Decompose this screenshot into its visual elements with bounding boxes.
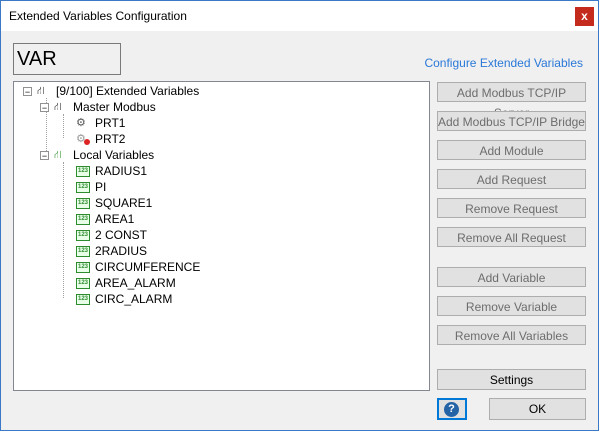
- add-variable-button[interactable]: Add Variable: [437, 267, 586, 287]
- tree-master-label: Master Modbus: [73, 100, 156, 114]
- name-field-value: VAR: [17, 48, 57, 70]
- variable-label: CIRC_ALARM: [95, 292, 173, 306]
- variable-label: PI: [95, 180, 107, 194]
- variable-label: CIRCUMFERENCE: [95, 260, 201, 274]
- variable-icon: 123: [76, 181, 90, 193]
- close-button[interactable]: x: [575, 7, 594, 26]
- network-icon: ⛙: [37, 85, 45, 97]
- variable-icon: 123: [76, 197, 90, 209]
- help-icon: ?: [444, 402, 459, 417]
- remove-variable-button[interactable]: Remove Variable: [437, 296, 586, 316]
- tree-local-variables[interactable]: − ⛙ Local Variables: [40, 147, 154, 163]
- add-modbus-tcp-bridge-button[interactable]: Add Modbus TCP/IP Bridge: [437, 111, 586, 131]
- window-title: Extended Variables Configuration: [9, 9, 187, 23]
- name-field[interactable]: VAR: [13, 43, 121, 75]
- variable-icon: 123: [76, 213, 90, 225]
- tree-variable-item[interactable]: 123 2RADIUS: [76, 243, 147, 259]
- variable-icon: 123: [76, 277, 90, 289]
- tree-variable-item[interactable]: 123 AREA1: [76, 211, 134, 227]
- tree-variable-item[interactable]: 123 AREA_ALARM: [76, 275, 176, 291]
- remove-all-variables-button[interactable]: Remove All Variables: [437, 325, 586, 345]
- variable-label: AREA1: [95, 212, 135, 226]
- tree-variable-item[interactable]: 123 CIRC_ALARM: [76, 291, 172, 307]
- variable-label: SQUARE1: [95, 196, 153, 210]
- settings-button[interactable]: Settings: [437, 369, 586, 390]
- add-module-button[interactable]: Add Module: [437, 140, 586, 160]
- variable-label: RADIUS1: [95, 164, 148, 178]
- tree-local-label: Local Variables: [73, 148, 155, 162]
- modbus-master-icon: ⛙: [54, 101, 62, 113]
- help-button[interactable]: ?: [437, 398, 467, 420]
- tree-variable-item[interactable]: 123 SQUARE1: [76, 195, 152, 211]
- tree-variable-item[interactable]: 123 CIRCUMFERENCE: [76, 259, 200, 275]
- variable-icon: 123: [76, 293, 90, 305]
- tree-root[interactable]: − ⛙ [9/100] Extended Variables: [23, 83, 199, 99]
- tree-port-item[interactable]: ⚙ PRT2: [76, 131, 125, 147]
- remove-request-button[interactable]: Remove Request: [437, 198, 586, 218]
- tree-master-modbus[interactable]: − ⛙ Master Modbus: [40, 99, 156, 115]
- configure-extended-variables-link[interactable]: Configure Extended Variables: [424, 56, 583, 70]
- collapse-icon[interactable]: −: [23, 86, 32, 96]
- tree-connector: [63, 162, 64, 298]
- variable-icon: 123: [76, 229, 90, 241]
- add-modbus-tcp-server-button[interactable]: Add Modbus TCP/IP Server: [437, 82, 586, 120]
- tree-variable-item[interactable]: 123 PI: [76, 179, 106, 195]
- variable-icon: 123: [76, 245, 90, 257]
- remove-all-request-button[interactable]: Remove All Request: [437, 227, 586, 247]
- variable-label: 2RADIUS: [95, 244, 148, 258]
- title-bar: Extended Variables Configuration x: [1, 1, 598, 31]
- port-label: PRT1: [95, 116, 126, 130]
- port-icon: ⚙: [76, 117, 86, 129]
- local-variables-icon: ⛙: [54, 149, 62, 161]
- collapse-icon[interactable]: −: [40, 102, 49, 112]
- add-request-button[interactable]: Add Request: [437, 169, 586, 189]
- tree-root-label: [9/100] Extended Variables: [56, 84, 200, 98]
- ok-button[interactable]: OK: [489, 398, 586, 420]
- tree-connector: [63, 114, 64, 138]
- collapse-icon[interactable]: −: [40, 150, 49, 160]
- variable-label: AREA_ALARM: [95, 276, 176, 290]
- port-label: PRT2: [95, 132, 126, 146]
- dialog-window: Extended Variables Configuration x VAR C…: [0, 0, 599, 431]
- tree-variable-item[interactable]: 123 RADIUS1: [76, 163, 147, 179]
- tree-port-item[interactable]: ⚙ PRT1: [76, 115, 125, 131]
- variables-tree[interactable]: − ⛙ [9/100] Extended Variables − ⛙ Maste…: [13, 81, 430, 391]
- variable-icon: 123: [76, 165, 90, 177]
- variable-icon: 123: [76, 261, 90, 273]
- variable-label: 2 CONST: [95, 228, 148, 242]
- port-error-icon: ⚙: [76, 133, 90, 145]
- tree-variable-item[interactable]: 123 2 CONST: [76, 227, 147, 243]
